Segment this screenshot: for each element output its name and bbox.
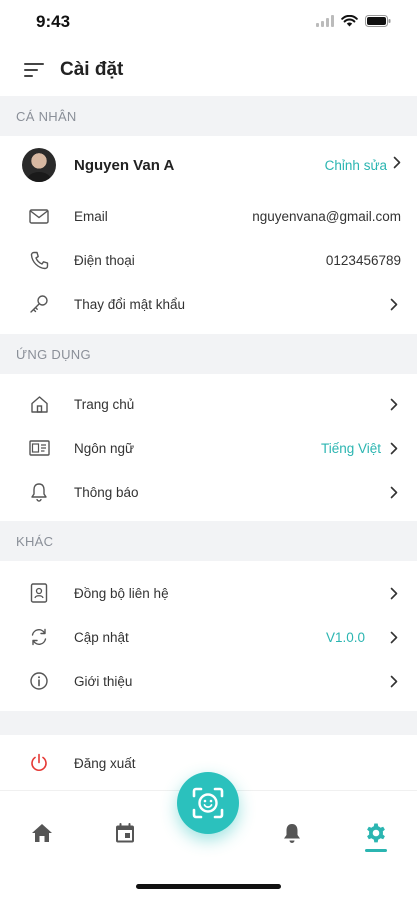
- chevron-right-icon: [387, 397, 401, 411]
- home-row[interactable]: Trang chủ: [0, 382, 417, 426]
- notifications-row[interactable]: Thông báo: [0, 470, 417, 514]
- chevron-right-icon: [387, 586, 401, 600]
- section-header-personal: CÁ NHÂN: [0, 96, 417, 136]
- power-icon: [26, 750, 52, 776]
- face-scan-button[interactable]: [177, 772, 239, 834]
- home-icon: [26, 391, 52, 417]
- profile-name: Nguyen Van A: [74, 156, 175, 174]
- home-label: Trang chủ: [74, 396, 135, 412]
- bell-outline-icon: [26, 479, 52, 505]
- chevron-right-icon: [387, 630, 401, 644]
- status-icons: [316, 15, 391, 27]
- status-bar: 9:43: [0, 0, 417, 44]
- signal-icon: [316, 15, 334, 27]
- update-version: V1.0.0: [325, 629, 365, 645]
- status-time: 9:43: [36, 12, 71, 31]
- avatar: [22, 148, 56, 182]
- page-title: Cài đặt: [60, 59, 124, 80]
- info-icon: [26, 668, 52, 694]
- chevron-right-icon: [387, 441, 401, 455]
- chevron-right-icon: [393, 156, 401, 174]
- active-tab-indicator: [365, 849, 387, 852]
- edit-profile-link[interactable]: Chỉnh sửa: [325, 158, 387, 173]
- email-row: Email nguyenvana@gmail.com: [0, 194, 417, 238]
- update-row[interactable]: Cập nhật V1.0.0: [0, 615, 417, 659]
- change-password-row[interactable]: Thay đổi mật khẩu: [0, 282, 417, 326]
- about-row[interactable]: Giới thiệu: [0, 659, 417, 703]
- chevron-right-icon: [387, 485, 401, 499]
- home-icon[interactable]: [22, 813, 62, 853]
- email-label: Email: [74, 208, 108, 224]
- battery-icon: [365, 15, 391, 27]
- profile-row[interactable]: Nguyen Van A Chỉnh sửa: [0, 136, 417, 194]
- phone-label: Điện thoại: [74, 252, 135, 268]
- phone-row: Điện thoại 0123456789: [0, 238, 417, 282]
- section-divider: [0, 711, 417, 735]
- notifications-label: Thông báo: [74, 484, 139, 500]
- language-label: Ngôn ngữ: [74, 440, 135, 456]
- mail-icon: [26, 203, 52, 229]
- sync-contacts-row[interactable]: Đồng bộ liên hệ: [0, 571, 417, 615]
- language-value: Tiếng Việt: [320, 440, 381, 456]
- home-indicator: [136, 884, 281, 889]
- wifi-icon: [341, 15, 358, 27]
- email-value: nguyenvana@gmail.com: [252, 208, 401, 224]
- face-scan-icon: [192, 787, 224, 819]
- gear-icon[interactable]: [356, 813, 396, 853]
- chevron-right-icon: [387, 297, 401, 311]
- sync-contacts-label: Đồng bộ liên hệ: [74, 585, 169, 601]
- section-header-app: ỨNG DỤNG: [0, 334, 417, 374]
- language-icon: [26, 435, 52, 461]
- bell-icon[interactable]: [272, 813, 312, 853]
- phone-value: 0123456789: [325, 252, 401, 268]
- phone-icon: [26, 247, 52, 273]
- menu-lines-icon[interactable]: [22, 58, 46, 82]
- section-header-other: KHÁC: [0, 521, 417, 561]
- chevron-right-icon: [387, 674, 401, 688]
- update-label: Cập nhật: [74, 629, 129, 645]
- about-label: Giới thiệu: [74, 673, 133, 689]
- logout-label: Đăng xuất: [74, 755, 136, 771]
- contacts-icon: [26, 580, 52, 606]
- language-row[interactable]: Ngôn ngữ Tiếng Việt: [0, 426, 417, 470]
- key-icon: [26, 291, 52, 317]
- nav-bar: Cài đặt: [0, 44, 417, 96]
- calendar-icon[interactable]: [105, 813, 145, 853]
- refresh-icon: [26, 624, 52, 650]
- change-password-label: Thay đổi mật khẩu: [74, 296, 186, 312]
